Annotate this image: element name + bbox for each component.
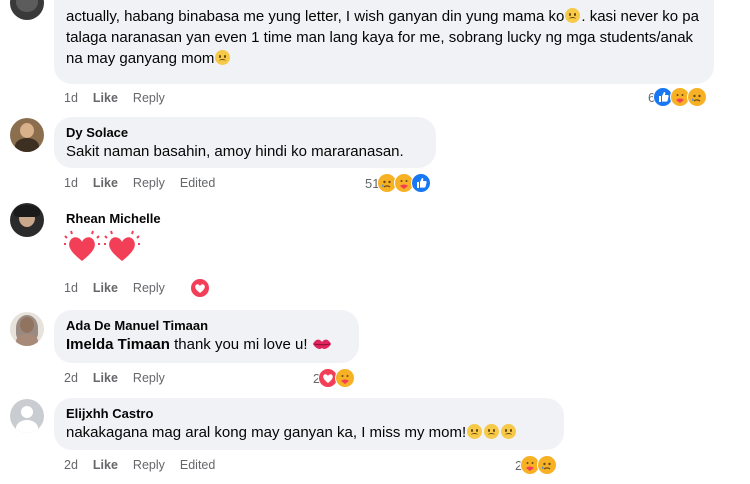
avatar[interactable] <box>10 312 44 346</box>
comment-actions: 2d Like Reply <box>64 370 180 386</box>
reply-link[interactable]: Reply <box>133 91 165 105</box>
comment-time[interactable]: 1d <box>64 281 78 295</box>
edited-label[interactable]: Edited <box>180 458 215 472</box>
reaction-summary[interactable]: 2 <box>515 455 558 475</box>
like-reaction-icon <box>411 173 432 193</box>
comment-actions: 1d Like Reply <box>64 280 180 296</box>
avatar[interactable] <box>10 203 44 237</box>
comment-bubble: Ada De Manuel Timaan Imelda Timaan thank… <box>54 310 359 363</box>
comment-author[interactable]: Elijxhh Castro <box>66 405 552 422</box>
reply-link[interactable]: Reply <box>133 281 165 295</box>
reaction-summary[interactable]: 2 <box>313 368 356 388</box>
comment-time[interactable]: 2d <box>64 371 78 385</box>
reaction-summary[interactable]: 6 <box>648 87 708 107</box>
comment-actions: 1d Like Reply <box>64 90 180 106</box>
disappointed-emoji-icon <box>501 424 517 439</box>
edited-label[interactable]: Edited <box>180 176 215 190</box>
like-link[interactable]: Like <box>93 281 118 295</box>
comment-bubble: Elijxhh Castro nakakagana mag aral kong … <box>54 398 564 450</box>
disappointed-emoji-icon <box>565 8 581 23</box>
comment-text: Imelda Timaan thank you mi love u! <box>66 334 347 355</box>
comment-text: Sakit naman basahin, amoy hindi ko marar… <box>66 143 404 160</box>
sad-reaction-icon <box>537 455 558 475</box>
heart-emoji-icon <box>64 230 100 261</box>
heart-emoji-icon <box>104 230 140 261</box>
comment-actions: 2d Like Reply Edited <box>64 457 230 473</box>
like-link[interactable]: Like <box>93 91 118 105</box>
reaction-summary[interactable]: 51 <box>365 173 432 193</box>
disappointed-emoji-icon <box>467 424 483 439</box>
comment-bubble: Dy Solace Sakit naman basahin, amoy hind… <box>54 117 436 168</box>
reply-link[interactable]: Reply <box>133 176 165 190</box>
like-link[interactable]: Like <box>93 458 118 472</box>
comment-author[interactable]: Ada De Manuel Timaan <box>66 317 347 334</box>
like-link[interactable]: Like <box>93 176 118 190</box>
disappointed-emoji-icon <box>215 50 231 65</box>
comment-text: nakakagana mag aral kong may ganyan ka, … <box>66 422 552 443</box>
comment-text: actually, habang binabasa me yung letter… <box>66 8 699 67</box>
comment-time[interactable]: 1d <box>64 91 78 105</box>
sad-reaction-icon <box>687 87 708 107</box>
comment-time[interactable]: 1d <box>64 176 78 190</box>
reaction-summary[interactable] <box>190 278 210 298</box>
like-link[interactable]: Like <box>93 371 118 385</box>
comment-bubble: actually, habang binabasa me yung letter… <box>54 0 714 84</box>
mention-link[interactable]: Imelda Timaan <box>66 336 170 353</box>
comment-author[interactable]: Dy Solace <box>66 124 424 141</box>
care-reaction-icon <box>335 368 356 388</box>
default-avatar-icon[interactable] <box>10 399 44 433</box>
love-reaction-icon <box>190 278 210 298</box>
disappointed-emoji-icon <box>484 424 500 439</box>
avatar[interactable] <box>10 118 44 152</box>
comment-time[interactable]: 2d <box>64 458 78 472</box>
comment-author[interactable]: Rhean Michelle <box>66 210 161 227</box>
reply-link[interactable]: Reply <box>133 371 165 385</box>
heart-emoji-row <box>64 230 140 266</box>
comment-actions: 1d Like Reply Edited <box>64 175 230 191</box>
avatar[interactable] <box>10 0 44 20</box>
kiss-emoji-icon <box>312 339 331 349</box>
reply-link[interactable]: Reply <box>133 458 165 472</box>
